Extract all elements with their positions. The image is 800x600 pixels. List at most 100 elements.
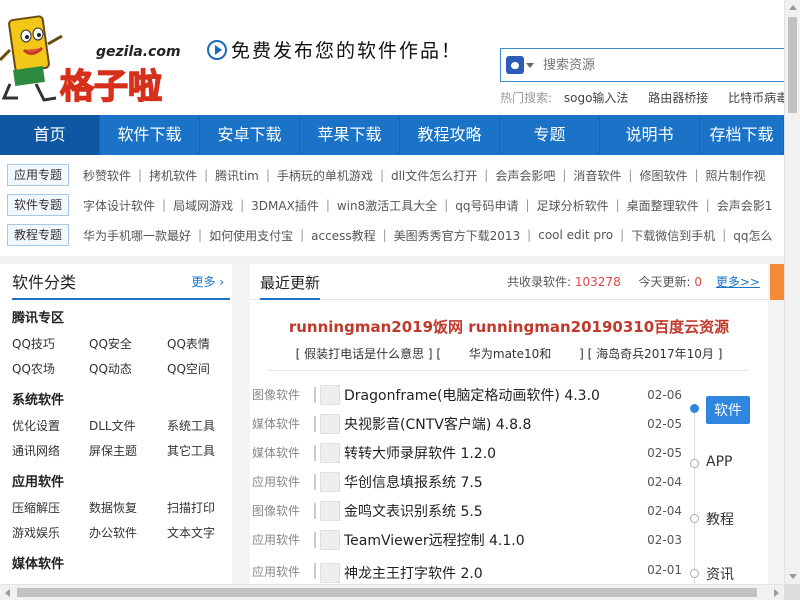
topic-link[interactable]: 腾讯tim [215, 167, 259, 184]
site-logo[interactable]: gezila.com 格子啦 [0, 14, 185, 106]
topic-link[interactable]: 修图软件 [639, 167, 687, 184]
item-name[interactable]: 华创信息填报系统 7.5 [344, 472, 642, 492]
item-name[interactable]: TeamViewer远程控制 4.1.0 [344, 530, 642, 550]
nav-home[interactable]: 首页 [0, 115, 100, 155]
category-link[interactable]: 压缩解压 [12, 496, 89, 521]
topic-link[interactable]: 美图秀秀官方下载2013 [394, 227, 521, 244]
tab-tutorial[interactable]: 教程 [706, 509, 734, 529]
scroll-up-icon[interactable] [789, 5, 797, 10]
topic-link[interactable]: 如何使用支付宝 [209, 227, 293, 244]
tab-software[interactable]: 软件 [706, 396, 750, 424]
topic-link[interactable]: 手柄玩的单机游戏 [277, 167, 373, 184]
category-link[interactable]: 扫描打印 [167, 496, 237, 521]
list-item[interactable]: 图像软件 金鸣文表识别系统 5.5 02-04 [250, 496, 690, 525]
topic-link[interactable]: 华为手机哪一款最好 [83, 227, 191, 244]
nav-topics[interactable]: 专题 [500, 115, 600, 155]
item-type[interactable]: 媒体软件 [250, 415, 314, 432]
scroll-thumb[interactable] [17, 588, 757, 597]
category-link[interactable]: QQ农场 [12, 357, 89, 382]
topic-link[interactable]: 足球分析软件 [537, 197, 609, 214]
item-type[interactable]: 图像软件 [250, 386, 314, 403]
category-title[interactable]: 应用软件 [12, 470, 232, 496]
search-engine-selector[interactable] [501, 49, 539, 81]
topic-tag[interactable]: 软件专题 [7, 194, 70, 216]
category-title[interactable]: 媒体软件 [12, 552, 232, 578]
featured-headline[interactable]: runningman2019饭网 runningman20190310百度云资源 [250, 316, 768, 337]
category-link[interactable]: QQ技巧 [12, 332, 89, 357]
list-item[interactable]: 应用软件 TeamViewer远程控制 4.1.0 02-03 [250, 525, 690, 554]
category-link[interactable]: QQ空间 [167, 357, 237, 382]
category-link[interactable]: QQ动态 [89, 357, 167, 382]
topic-link[interactable]: cool edit pro [538, 228, 613, 242]
scroll-right-icon[interactable] [774, 589, 779, 597]
category-link[interactable]: QQ表情 [167, 332, 237, 357]
hot-search-link[interactable]: 路由器桥接 [648, 91, 708, 105]
hot-search-link[interactable]: sogo输入法 [564, 91, 629, 105]
item-name[interactable]: 金鸣文表识别系统 5.5 [344, 501, 642, 521]
topic-link[interactable]: win8激活工具大全 [337, 197, 437, 214]
category-link[interactable]: 文本文字 [167, 521, 237, 546]
nav-android[interactable]: 安卓下载 [200, 115, 300, 155]
tab-app[interactable]: APP [706, 454, 732, 470]
item-type[interactable]: 应用软件 [250, 563, 314, 580]
scroll-thumb[interactable] [788, 17, 797, 113]
nav-manuals[interactable]: 说明书 [600, 115, 700, 155]
nav-tutorials[interactable]: 教程攻略 [400, 115, 500, 155]
vertical-scrollbar[interactable] [784, 0, 800, 584]
topic-link[interactable]: 会声会影1 [717, 197, 773, 214]
topic-tag[interactable]: 教程专题 [7, 224, 70, 246]
nav-saves[interactable]: 存档下载 [700, 115, 784, 155]
topic-link[interactable]: 下载微信到手机 [631, 227, 715, 244]
recent-more-link[interactable]: 更多>> [716, 275, 760, 289]
nav-apple[interactable]: 苹果下载 [300, 115, 400, 155]
nav-software[interactable]: 软件下载 [100, 115, 200, 155]
category-link[interactable]: QQ安全 [89, 332, 167, 357]
list-item[interactable]: 图像软件 Dragonframe(电脑定格动画软件) 4.3.0 02-06 [250, 380, 690, 409]
topic-link[interactable]: 照片制作视 [706, 167, 766, 184]
topic-link[interactable]: 秒赞软件 [83, 167, 131, 184]
category-link[interactable]: 游戏娱乐 [12, 521, 89, 546]
category-link[interactable]: 通讯网络 [12, 439, 89, 464]
featured-sublinks[interactable]: [ 假装打电话是什么意思 ] [ 华为mate10和 ] [ 海岛奇兵2017年… [250, 345, 768, 362]
topic-link[interactable]: dll文件怎么打开 [391, 167, 477, 184]
item-name[interactable]: 神龙主王打字软件 2.0 [344, 563, 642, 583]
topic-link[interactable]: qq号码申请 [455, 197, 518, 214]
search-input[interactable] [539, 50, 769, 80]
topic-link[interactable]: qq怎么 [733, 227, 772, 244]
tab-dot[interactable] [690, 569, 699, 578]
item-type[interactable]: 媒体软件 [250, 444, 314, 461]
list-item[interactable]: 媒体软件 央视影音(CNTV客户端) 4.8.8 02-05 [250, 409, 690, 438]
tab-dot[interactable] [690, 514, 699, 523]
sidebar-more-link[interactable]: 更多 › [191, 273, 230, 290]
category-link[interactable]: 系统工具 [167, 414, 237, 439]
tab-dot[interactable] [690, 459, 699, 468]
scroll-left-icon[interactable] [5, 589, 10, 597]
topic-link[interactable]: 字体设计软件 [83, 197, 155, 214]
category-link[interactable]: DLL文件 [89, 414, 167, 439]
topic-link[interactable]: 会声会影吧 [495, 167, 555, 184]
item-name[interactable]: Dragonframe(电脑定格动画软件) 4.3.0 [344, 385, 642, 405]
item-type[interactable]: 图像软件 [250, 502, 314, 519]
list-item[interactable]: 应用软件 神龙主王打字软件 2.0 02-01 [250, 563, 690, 583]
item-type[interactable]: 应用软件 [250, 531, 314, 548]
item-name[interactable]: 转转大师录屏软件 1.2.0 [344, 443, 642, 463]
topic-link[interactable]: 桌面整理软件 [627, 197, 699, 214]
scroll-down-icon[interactable] [789, 574, 797, 579]
tab-news[interactable]: 资讯 [706, 564, 734, 584]
item-type[interactable]: 应用软件 [250, 473, 314, 490]
category-link[interactable]: 其它工具 [167, 439, 237, 464]
topic-link[interactable]: access教程 [311, 227, 375, 244]
hot-search-link[interactable]: 比特币病毒 [728, 91, 788, 105]
horizontal-scrollbar[interactable] [0, 584, 784, 600]
category-link[interactable]: 优化设置 [12, 414, 89, 439]
list-item[interactable]: 媒体软件 转转大师录屏软件 1.2.0 02-05 [250, 438, 690, 467]
category-link[interactable]: 办公软件 [89, 521, 167, 546]
list-item[interactable]: 应用软件 华创信息填报系统 7.5 02-04 [250, 467, 690, 496]
topic-tag[interactable]: 应用专题 [7, 164, 70, 186]
category-title[interactable]: 系统软件 [12, 388, 232, 414]
topic-link[interactable]: 消音软件 [573, 167, 621, 184]
item-name[interactable]: 央视影音(CNTV客户端) 4.8.8 [344, 414, 642, 434]
topic-link[interactable]: 拷机软件 [149, 167, 197, 184]
category-link[interactable]: 屏保主题 [89, 439, 167, 464]
topic-link[interactable]: 局域网游戏 [173, 197, 233, 214]
